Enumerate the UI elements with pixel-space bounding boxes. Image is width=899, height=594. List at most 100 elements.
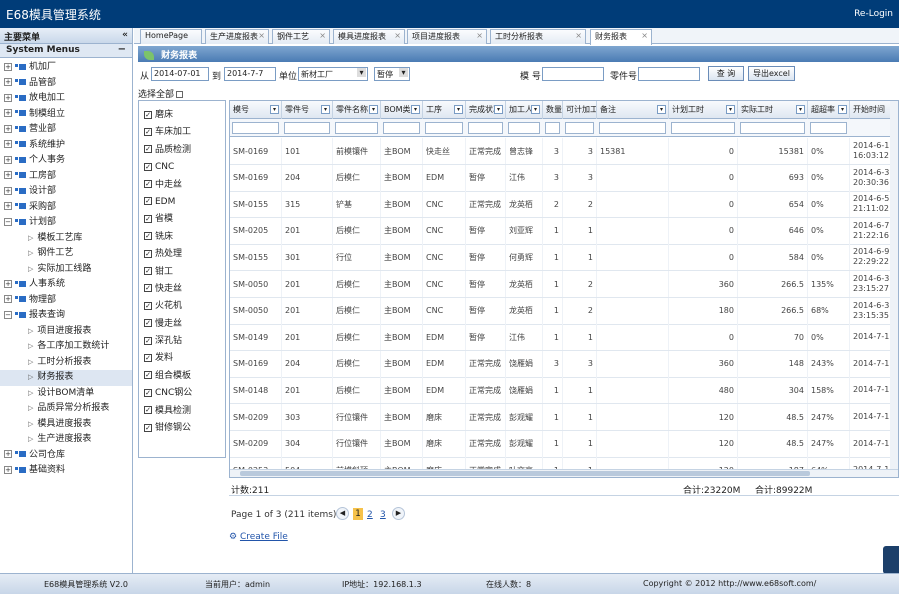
- column-header[interactable]: BOM类型 ▾: [381, 101, 423, 119]
- unit-select[interactable]: 新材工厂: [298, 67, 368, 81]
- filter-dropdown-icon[interactable]: ▾: [657, 105, 666, 114]
- checkbox-checked[interactable]: ✓: [144, 284, 152, 293]
- column-header[interactable]: 数量: [543, 101, 563, 119]
- checkbox-checked[interactable]: ✓: [144, 353, 152, 362]
- column-filter-input[interactable]: [508, 122, 540, 134]
- column-header[interactable]: 零件号 ▾: [282, 101, 333, 119]
- sidebar-item[interactable]: ▷ 设计BOM清单: [0, 386, 132, 402]
- expand-toggle-icon[interactable]: +: [4, 155, 12, 164]
- sidebar-item[interactable]: ▷ 模具进度报表: [0, 417, 132, 433]
- export-excel-button[interactable]: 导出excel: [748, 66, 795, 81]
- checkbox-checked[interactable]: ✓: [144, 388, 152, 397]
- table-row[interactable]: SM-0209 303 行位镶件 主BOM 磨床 正常完成 彭观耀 1 1 120 48.5 247%…: [230, 404, 898, 431]
- checklist-item[interactable]: ✓ 品质检测: [144, 142, 225, 159]
- close-icon[interactable]: ×: [319, 31, 326, 40]
- scroll-thumb[interactable]: [240, 471, 810, 476]
- filter-dropdown-icon[interactable]: ▾: [369, 105, 378, 114]
- checklist-item[interactable]: ✓ 铣床: [144, 229, 225, 246]
- sidebar-item[interactable]: ▷ 生产进度报表: [0, 432, 132, 448]
- checkbox-checked[interactable]: ✓: [144, 371, 152, 380]
- checkbox-checked[interactable]: ✓: [144, 249, 152, 258]
- column-filter-input[interactable]: [232, 122, 279, 134]
- checklist-item[interactable]: ✓ 热处理: [144, 246, 225, 263]
- checklist-item[interactable]: ✓ 钳修钢公: [144, 420, 225, 437]
- sidebar-item[interactable]: ▷ 财务报表: [0, 370, 132, 386]
- sidebar-item[interactable]: + 营业部: [0, 122, 132, 138]
- sidebar-item[interactable]: + 人事系统: [0, 277, 132, 293]
- checkbox-checked[interactable]: ✓: [144, 232, 152, 241]
- table-row[interactable]: SM-0050 201 后模仁 主BOM CNC 暂停 龙英栢 1 2 360 266.5 135% 2…: [230, 271, 898, 298]
- checkbox-checked[interactable]: ✓: [144, 301, 152, 310]
- expand-toggle-icon[interactable]: +: [4, 171, 12, 179]
- filter-dropdown-icon[interactable]: ▾: [411, 105, 420, 114]
- column-header[interactable]: 超超率 ▾: [808, 101, 850, 119]
- expand-toggle-icon[interactable]: +: [4, 279, 12, 288]
- sidebar-item[interactable]: ▷ 钢件工艺: [0, 246, 132, 262]
- expand-toggle-icon[interactable]: +: [4, 186, 12, 195]
- checklist-item[interactable]: ✓ 省模: [144, 211, 225, 228]
- sidebar-item[interactable]: + 工房部: [0, 169, 132, 185]
- sidebar-item[interactable]: + 物理部: [0, 293, 132, 309]
- sidebar-item[interactable]: + 品管部: [0, 76, 132, 92]
- sidebar-item[interactable]: ▷ 各工序加工数统计: [0, 339, 132, 355]
- column-filter-input[interactable]: [599, 122, 666, 134]
- page-3-link[interactable]: 3: [380, 510, 386, 520]
- close-icon[interactable]: ×: [258, 31, 265, 40]
- expand-toggle-icon[interactable]: −: [4, 310, 12, 319]
- sidebar-item[interactable]: ▷ 实际加工线路: [0, 262, 132, 278]
- filter-dropdown-icon[interactable]: ▾: [321, 105, 330, 114]
- table-row[interactable]: SM-0205 201 后模仁 主BOM CNC 暂停 刘亚辉 1 1 0 646 0% 2014-6-…: [230, 217, 898, 245]
- column-filter-input[interactable]: [468, 122, 503, 134]
- sidebar-item[interactable]: ▷ 模板工艺库: [0, 231, 132, 247]
- query-button[interactable]: 查 询: [708, 66, 744, 81]
- filter-dropdown-icon[interactable]: ▾: [270, 105, 279, 114]
- filter-dropdown-icon[interactable]: ▾: [454, 105, 463, 114]
- checkbox-checked[interactable]: ✓: [144, 145, 152, 154]
- table-row[interactable]: SM-0169 204 后模仁 主BOM EDM 暂停 江伟 3 3 0 693 0% 2014-6-3…: [230, 164, 898, 192]
- filter-dropdown-icon[interactable]: ▾: [726, 105, 735, 114]
- tab[interactable]: 工时分析报表 ×: [490, 29, 586, 44]
- column-header[interactable]: 完成状况 ▾: [466, 101, 506, 119]
- close-icon[interactable]: ×: [394, 31, 401, 40]
- page-2-link[interactable]: 2: [367, 510, 373, 520]
- column-header[interactable]: 工序 ▾: [423, 101, 466, 119]
- close-icon[interactable]: ×: [641, 31, 648, 40]
- column-filter-input[interactable]: [284, 122, 330, 134]
- column-filter-input[interactable]: [545, 122, 560, 134]
- part-number-input[interactable]: [638, 67, 700, 81]
- checkbox-checked[interactable]: ✓: [144, 110, 152, 119]
- checkbox-checked[interactable]: ✓: [144, 423, 152, 432]
- checklist-item[interactable]: ✓ EDM: [144, 194, 225, 211]
- checklist-item[interactable]: ✓ 发料: [144, 350, 225, 367]
- create-file-link[interactable]: Create File: [240, 532, 288, 542]
- tab[interactable]: 模具进度报表 ×: [333, 29, 405, 44]
- expand-toggle-icon[interactable]: +: [4, 295, 12, 303]
- column-filter-input[interactable]: [335, 122, 378, 134]
- checklist-item[interactable]: ✓ 磨床: [144, 107, 225, 124]
- sidebar-item[interactable]: − 计划部: [0, 215, 132, 231]
- floating-tool-button[interactable]: [883, 546, 899, 574]
- sidebar-item[interactable]: ▷ 项目进度报表: [0, 324, 132, 340]
- expand-toggle-icon[interactable]: +: [4, 109, 12, 117]
- checklist-item[interactable]: ✓ 慢走丝: [144, 316, 225, 333]
- expand-toggle-icon[interactable]: +: [4, 93, 12, 102]
- sidebar-item[interactable]: ▷ 品质异常分析报表: [0, 401, 132, 417]
- table-row[interactable]: SM-0209 304 行位镶件 主BOM 磨床 正常完成 彭观耀 1 1 120 48.5 247%…: [230, 430, 898, 458]
- checklist-item[interactable]: ✓ 中走丝: [144, 177, 225, 194]
- checklist-item[interactable]: ✓ CNC钢公: [144, 385, 225, 402]
- expand-toggle-icon[interactable]: −: [4, 217, 12, 226]
- collapse-menus-button[interactable]: −: [118, 44, 126, 55]
- table-row[interactable]: SM-0149 201 后模仁 主BOM EDM 暂停 江伟 1 1 0 70 0% 2014-7-1: [230, 324, 898, 352]
- sidebar-item[interactable]: + 个人事务: [0, 153, 132, 169]
- status-select[interactable]: 暂停: [374, 67, 410, 81]
- select-all[interactable]: 选择全部: [138, 87, 184, 100]
- page-1-button[interactable]: 1: [353, 508, 363, 520]
- sidebar-item[interactable]: + 设计部: [0, 184, 132, 200]
- create-file[interactable]: ⚙ Create File: [229, 532, 288, 542]
- checkbox-checked[interactable]: ✓: [144, 127, 152, 136]
- tab[interactable]: 项目进度报表 ×: [407, 29, 487, 44]
- sidebar-item[interactable]: + 制模组立: [0, 107, 132, 123]
- table-row[interactable]: SM-0169 101 前模镶件 主BOM 快走丝 正常完成 曾志锋 3 3 15381 0 1538…: [230, 138, 898, 165]
- checkbox-checked[interactable]: ✓: [144, 180, 152, 189]
- sidebar-item[interactable]: − 报表查询: [0, 308, 132, 324]
